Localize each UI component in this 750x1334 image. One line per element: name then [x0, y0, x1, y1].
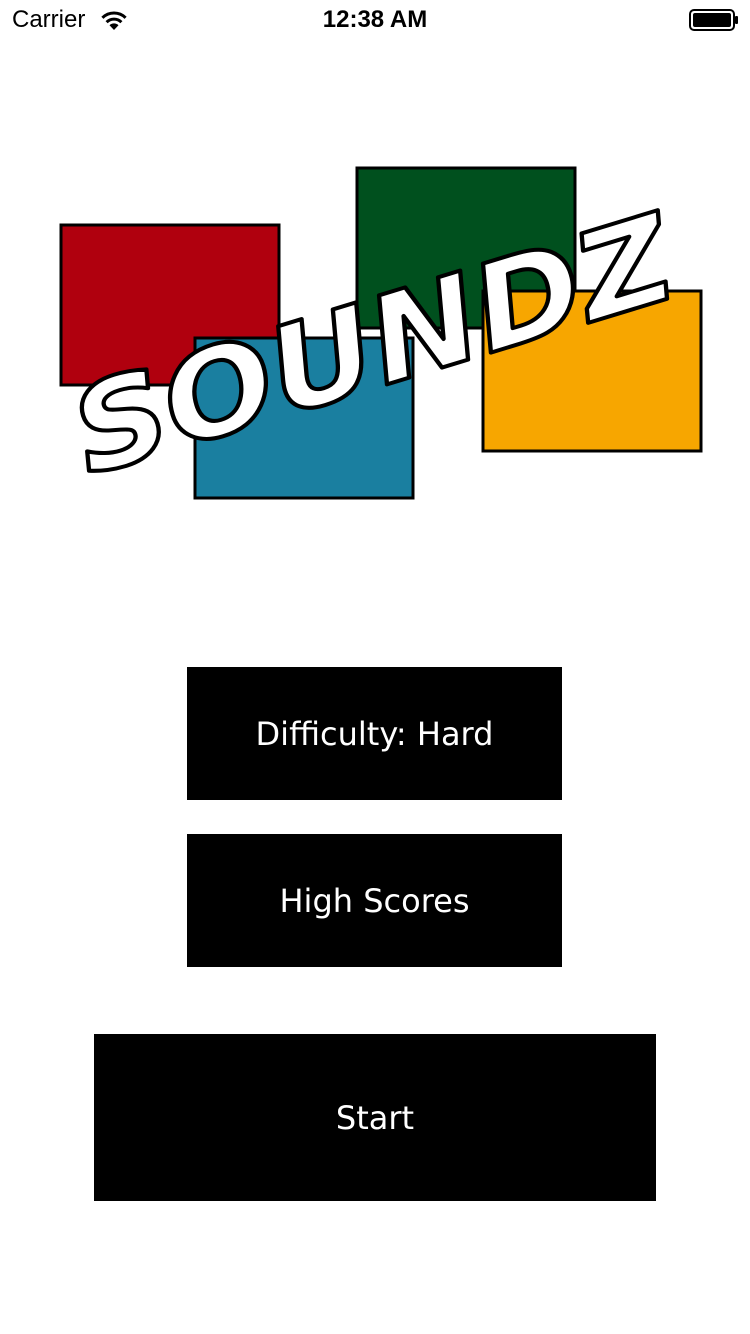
- difficulty-button-label: Difficulty: Hard: [255, 714, 494, 753]
- start-button[interactable]: Start: [94, 1034, 656, 1201]
- difficulty-button[interactable]: Difficulty: Hard: [187, 667, 562, 800]
- high-scores-button-label: High Scores: [279, 881, 470, 920]
- soundz-logo: SOUNDZ: [54, 166, 703, 505]
- start-button-label: Start: [335, 1098, 415, 1137]
- clock-label: 12:38 AM: [322, 6, 428, 33]
- high-scores-button[interactable]: High Scores: [187, 834, 562, 967]
- battery-icon: [689, 9, 738, 31]
- main-menu-screen: Carrier 12:38 AM SOUNDZ Difficulty: Hard…: [0, 0, 750, 1334]
- status-bar: Carrier 12:38 AM: [0, 0, 750, 40]
